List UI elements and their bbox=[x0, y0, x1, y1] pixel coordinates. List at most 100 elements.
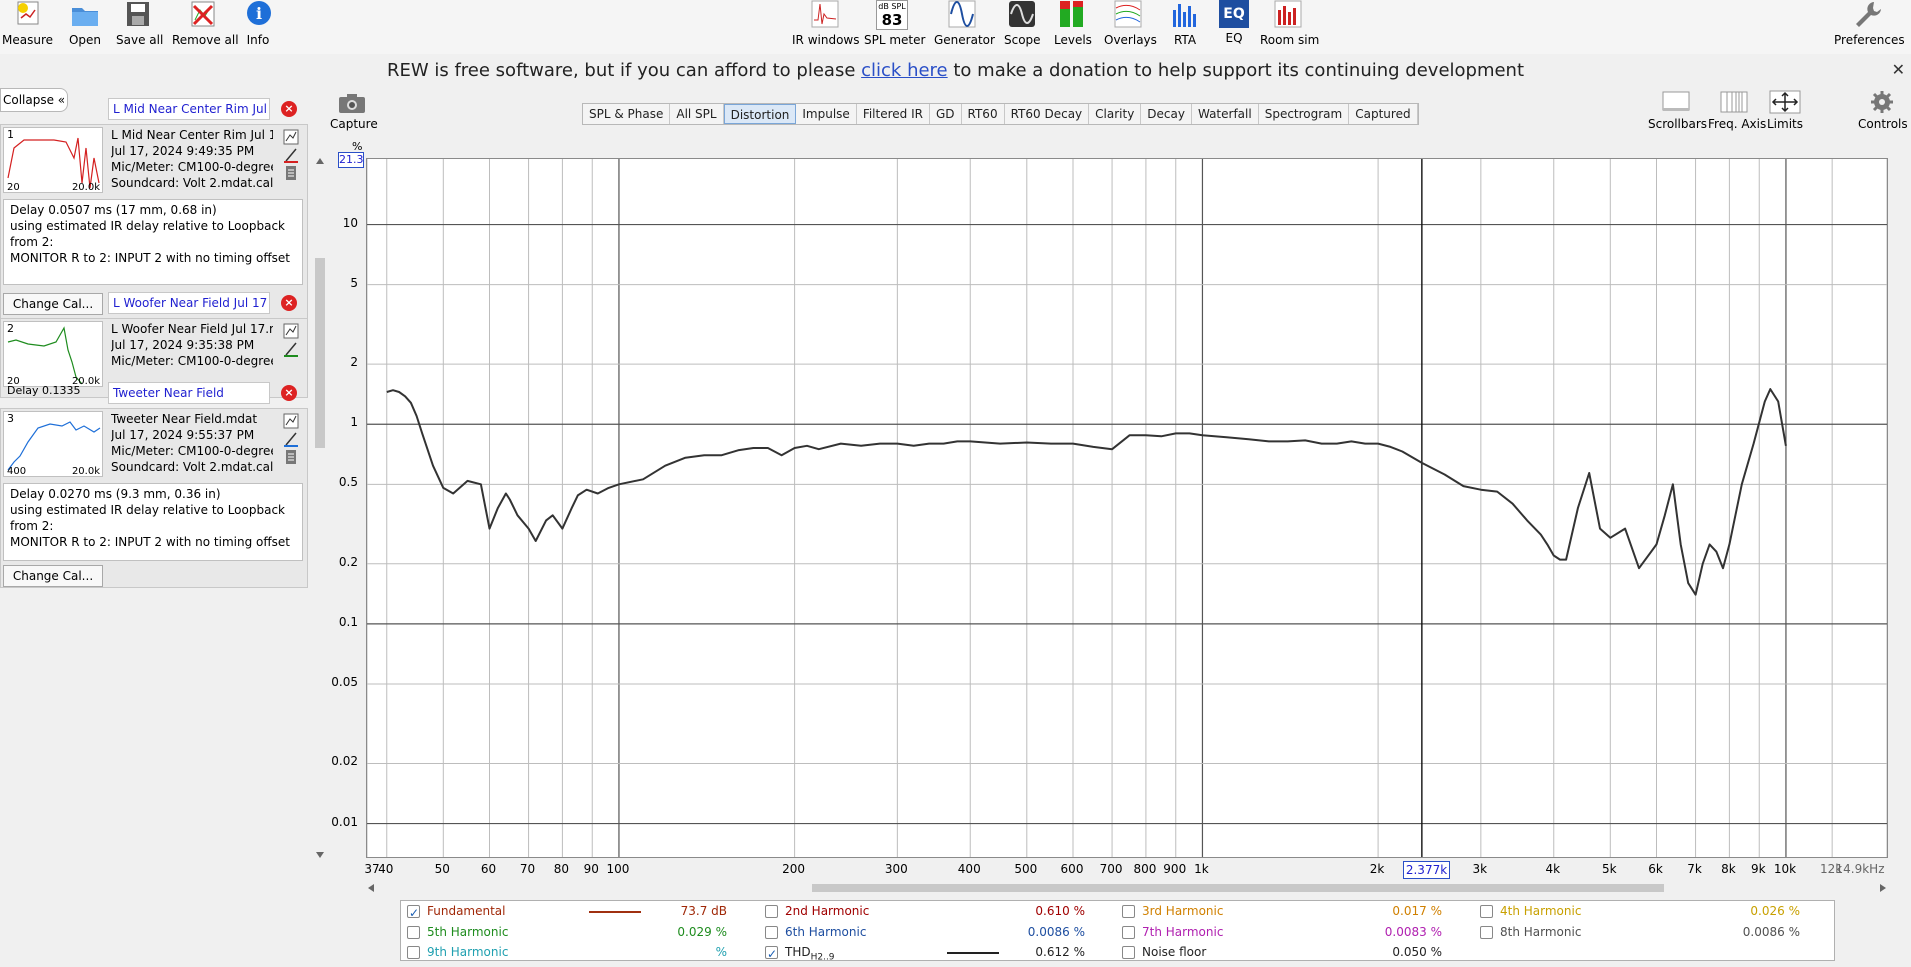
y-tick-label: 5 bbox=[350, 275, 358, 290]
legend-value: 0.612 % bbox=[1035, 945, 1085, 959]
legend-label: 6th Harmonic bbox=[785, 922, 866, 942]
donation-link[interactable]: click here bbox=[861, 60, 948, 81]
tab-spectrogram[interactable]: Spectrogram bbox=[1259, 104, 1350, 124]
tab-rt60-decay[interactable]: RT60 Decay bbox=[1005, 104, 1090, 124]
eq-button[interactable]: EQ EQ bbox=[1218, 0, 1250, 52]
notes-icon[interactable] bbox=[283, 449, 299, 465]
measure-button[interactable]: Measure bbox=[2, 0, 53, 52]
legend-checkbox[interactable] bbox=[1480, 926, 1493, 939]
legend-checkbox[interactable] bbox=[765, 926, 778, 939]
overlays-button[interactable]: Overlays bbox=[1104, 0, 1157, 52]
trace-color-icon[interactable] bbox=[283, 147, 299, 163]
legend-checkbox[interactable] bbox=[407, 926, 420, 939]
capture-button[interactable]: Capture bbox=[330, 92, 378, 131]
chart-edit-icon[interactable] bbox=[283, 129, 299, 145]
measurement-date: Jul 17, 2024 9:49:35 PM bbox=[111, 144, 255, 158]
legend-line-swatch[interactable] bbox=[947, 952, 999, 954]
scrollbar-track bbox=[368, 884, 1886, 892]
delete-measurement-icon[interactable]: × bbox=[281, 101, 297, 117]
y-tick-label: 0.02 bbox=[331, 754, 358, 769]
trace-color-icon[interactable] bbox=[283, 341, 299, 357]
generator-button[interactable]: Generator bbox=[934, 0, 995, 52]
controls-button[interactable]: Controls bbox=[1858, 90, 1908, 131]
change-cal-button[interactable]: Change Cal... bbox=[3, 293, 103, 315]
save-all-button[interactable]: Save all bbox=[116, 0, 163, 52]
legend-value: 0.050 % bbox=[1392, 945, 1442, 959]
measurement-thumbnail[interactable]: 2 20 20.0k bbox=[3, 321, 103, 387]
y-axis-top-input[interactable]: 21.3 bbox=[338, 152, 364, 168]
measure-icon bbox=[17, 1, 39, 25]
graph-tabs: SPL & Phase All SPL Distortion Impulse Filte… bbox=[582, 103, 1419, 125]
legend-checkbox[interactable] bbox=[1480, 905, 1493, 918]
remove-all-button[interactable]: Remove all bbox=[172, 0, 239, 52]
info-button[interactable]: i Info bbox=[244, 0, 272, 52]
tab-rt60[interactable]: RT60 bbox=[962, 104, 1005, 124]
scrollbars-button[interactable]: Scrollbars bbox=[1648, 90, 1707, 131]
legend-value: 73.7 dB bbox=[680, 904, 727, 918]
delete-measurement-icon[interactable]: × bbox=[281, 385, 297, 401]
measurement-thumbnail[interactable]: 3 400 20.0k bbox=[3, 411, 103, 477]
legend-checkbox[interactable] bbox=[765, 944, 778, 964]
chart-edit-icon[interactable] bbox=[283, 413, 299, 429]
legend-checkbox[interactable] bbox=[1122, 946, 1135, 959]
measurement-name-input[interactable]: L Woofer Near Field Jul 17 bbox=[108, 292, 270, 314]
generator-icon bbox=[948, 0, 976, 28]
tab-waterfall[interactable]: Waterfall bbox=[1192, 104, 1259, 124]
measurement-name-input[interactable]: L Mid Near Center Rim Jul 1 bbox=[108, 98, 270, 120]
legend-name: 9th Harmonic bbox=[427, 945, 509, 959]
legend-checkbox[interactable] bbox=[407, 946, 420, 959]
levels-button[interactable]: Levels bbox=[1054, 0, 1092, 52]
legend-checkbox[interactable] bbox=[1122, 905, 1135, 918]
ir-windows-button[interactable]: IR windows bbox=[792, 0, 859, 52]
tab-all-spl[interactable]: All SPL bbox=[670, 104, 724, 124]
x-tick-label: 10k bbox=[1773, 862, 1797, 876]
measurement-notes[interactable]: Delay 0.0270 ms (9.3 mm, 0.36 in) using … bbox=[3, 483, 303, 561]
measurement-thumbnail[interactable]: 1 20 20.0k bbox=[3, 127, 103, 193]
room-sim-button[interactable]: Room sim bbox=[1260, 0, 1319, 52]
legend-label: Fundamental bbox=[427, 901, 506, 921]
change-cal-button[interactable]: Change Cal... bbox=[3, 565, 103, 587]
measurement-name-input[interactable]: Tweeter Near Field bbox=[108, 382, 270, 404]
legend-checkbox[interactable] bbox=[407, 903, 420, 923]
tab-impulse[interactable]: Impulse bbox=[796, 104, 857, 124]
tab-gd[interactable]: GD bbox=[930, 104, 962, 124]
legend-line-swatch[interactable] bbox=[589, 911, 641, 913]
y-tick-label: 10 bbox=[342, 215, 358, 230]
legend-5th-harmonic: 5th Harmonic 0.029 % bbox=[401, 922, 751, 942]
measurement-card-1[interactable]: 1 20 20.0k L Mid Near Center Rim Jul 17.… bbox=[0, 124, 308, 320]
legend-checkbox[interactable] bbox=[765, 905, 778, 918]
tab-captured[interactable]: Captured bbox=[1349, 104, 1418, 124]
trace-color-icon[interactable] bbox=[283, 431, 299, 447]
collapse-button[interactable]: Collapse « bbox=[0, 88, 68, 112]
measurement-notes[interactable]: Delay 0.0507 ms (17 mm, 0.68 in) using e… bbox=[3, 199, 303, 285]
distortion-legend: Fundamental 73.7 dB 2nd Harmonic 0.610 % 3rd… bbox=[400, 900, 1835, 964]
measurement-card-3[interactable]: 3 400 20.0k Tweeter Near Field.mdat Jul … bbox=[0, 408, 308, 588]
legend-value: % bbox=[715, 945, 727, 959]
notes-icon[interactable] bbox=[283, 165, 299, 181]
measurement-mic: Mic/Meter: CM100-0-degree.t: bbox=[111, 354, 273, 368]
delete-measurement-icon[interactable]: × bbox=[281, 295, 297, 311]
open-button[interactable]: Open bbox=[66, 0, 104, 52]
limits-button[interactable]: Limits bbox=[1764, 90, 1806, 131]
freq-axis-button[interactable]: Freq. Axis bbox=[1708, 90, 1766, 131]
preferences-button[interactable]: Preferences bbox=[1834, 0, 1905, 52]
distortion-plot[interactable] bbox=[366, 158, 1888, 858]
measurement-file: L Mid Near Center Rim Jul 17.r bbox=[111, 128, 273, 142]
tab-decay[interactable]: Decay bbox=[1141, 104, 1192, 124]
legend-4th-harmonic: 4th Harmonic 0.026 % bbox=[1474, 901, 1824, 921]
scope-button[interactable]: Scope bbox=[1004, 0, 1041, 52]
chart-edit-icon[interactable] bbox=[283, 323, 299, 339]
measurements-scrollbar[interactable] bbox=[314, 88, 326, 858]
frequency-scrollbar[interactable] bbox=[366, 882, 1888, 894]
tab-clarity[interactable]: Clarity bbox=[1089, 104, 1142, 124]
tab-spl-phase[interactable]: SPL & Phase bbox=[583, 104, 671, 124]
y-tick-label: 1 bbox=[350, 415, 358, 430]
banner-close-icon[interactable]: ✕ bbox=[1892, 60, 1905, 79]
legend-2nd-harmonic: 2nd Harmonic 0.610 % bbox=[759, 901, 1109, 921]
rta-button[interactable]: RTA bbox=[1168, 0, 1202, 52]
save-icon bbox=[127, 2, 149, 26]
legend-checkbox[interactable] bbox=[1122, 926, 1135, 939]
spl-meter-button[interactable]: dB SPL 83 SPL meter bbox=[864, 0, 925, 52]
tab-filtered-ir[interactable]: Filtered IR bbox=[857, 104, 930, 124]
tab-distortion[interactable]: Distortion bbox=[723, 104, 797, 124]
